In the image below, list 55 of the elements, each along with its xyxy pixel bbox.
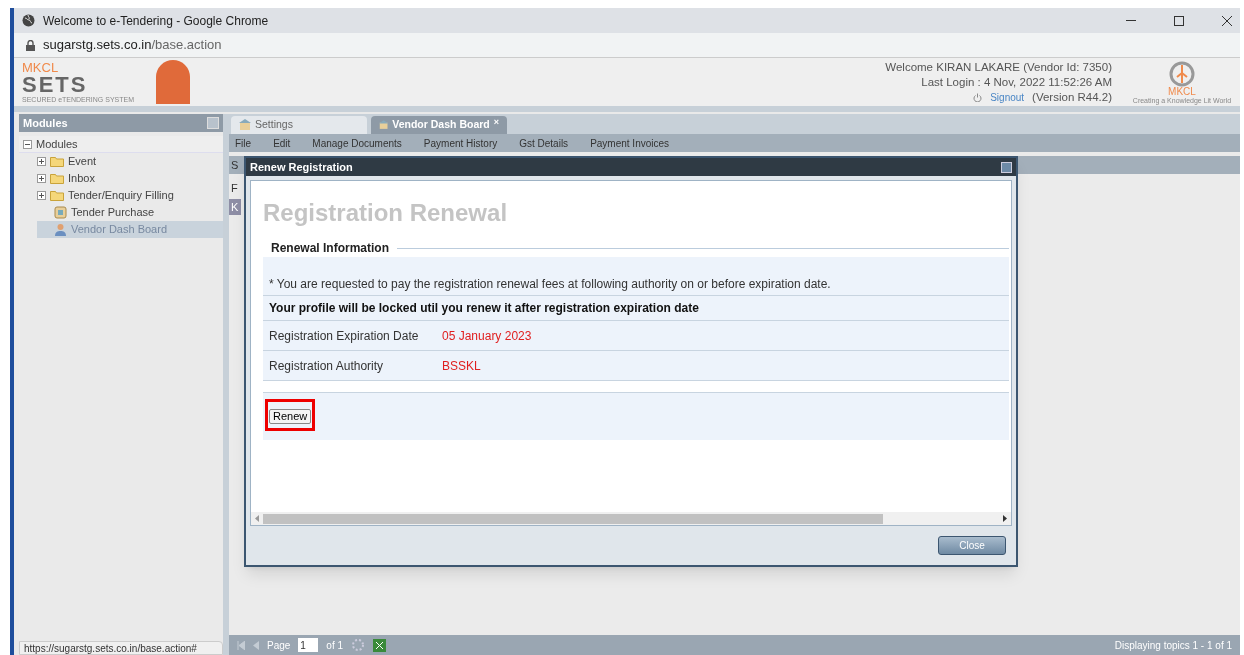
house-icon: [379, 119, 389, 131]
folder-icon: [50, 156, 64, 167]
folder-icon: [50, 173, 64, 184]
field-label: Registration Authority: [269, 357, 385, 375]
toolbar-item[interactable]: Payment Invoices: [590, 135, 670, 151]
renew-button[interactable]: Renew: [269, 409, 312, 424]
signout-link[interactable]: Signout: [990, 89, 1025, 105]
page-input[interactable]: 1: [298, 638, 319, 652]
house-icon: [239, 119, 251, 131]
expand-icon[interactable]: [37, 174, 46, 183]
tree-item[interactable]: Tender/Enquiry Filling: [37, 187, 223, 204]
warning-text: Your profile will be locked util you renew it after registration expiration date: [263, 296, 1009, 321]
expand-icon[interactable]: [37, 157, 46, 166]
toolbar-item[interactable]: Gst Details: [519, 135, 569, 151]
lock-icon: [26, 39, 35, 51]
status-url: https://sugarstg.sets.co.in/base.action#: [19, 641, 223, 655]
collapse-icon[interactable]: [23, 139, 32, 149]
pager-summary: Displaying topics 1 - 1 of 1: [1114, 638, 1232, 653]
page-count: of 1: [326, 638, 344, 653]
toolbar-item[interactable]: Payment History: [423, 135, 498, 151]
folder-icon: [50, 190, 64, 201]
package-icon: [54, 206, 67, 219]
field-label: Registration Expiration Date: [269, 327, 420, 345]
expand-icon[interactable]: [37, 191, 46, 200]
tree-item[interactable]: Tender Purchase: [37, 204, 223, 221]
excel-icon[interactable]: [373, 638, 387, 652]
grid-row: K: [229, 198, 241, 215]
power-icon: [973, 92, 983, 102]
page-label: Page: [267, 638, 291, 653]
welcome-text: Welcome KIRAN LAKARE (Vendor Id: 7350): [885, 59, 1112, 75]
dialog-title: Renew Registration: [250, 159, 353, 175]
last-login-text: Last Login : 4 Nov, 2022 11:52:26 AM: [921, 74, 1112, 90]
close-icon[interactable]: [1222, 15, 1232, 26]
toolbar-item[interactable]: File: [235, 135, 252, 151]
page-heading: Registration Renewal: [263, 198, 509, 228]
tab[interactable]: Settings: [231, 116, 367, 134]
deity-image: [156, 60, 190, 104]
panel-title: Modules: [23, 115, 68, 131]
maximize-icon[interactable]: [1174, 15, 1184, 26]
address-bar[interactable]: sugarstg.sets.co.in/base.action: [14, 33, 1240, 58]
user-icon: [54, 223, 67, 236]
tree-item[interactable]: Event: [37, 153, 223, 170]
window-title: Welcome to e-Tendering - Google Chrome: [43, 12, 269, 30]
field-value: 05 January 2023: [442, 327, 532, 345]
section-title: Renewal Information: [270, 240, 390, 257]
notice-text: * You are requested to pay the registration renewal fees at following authority on or before expiration date.: [263, 257, 1009, 296]
grid-text: F: [230, 181, 239, 196]
scroll-right-icon[interactable]: [1003, 515, 1007, 522]
version-text: (Version R44.2): [1032, 89, 1112, 105]
field-value: BSSKL: [442, 357, 481, 375]
globe-icon: [22, 14, 35, 27]
tree-item[interactable]: Inbox: [37, 170, 223, 187]
tree-item[interactable]: Modules: [19, 136, 223, 153]
toolbar-item[interactable]: Manage Documents: [312, 135, 402, 151]
toolbar-item[interactable]: Edit: [273, 135, 291, 151]
